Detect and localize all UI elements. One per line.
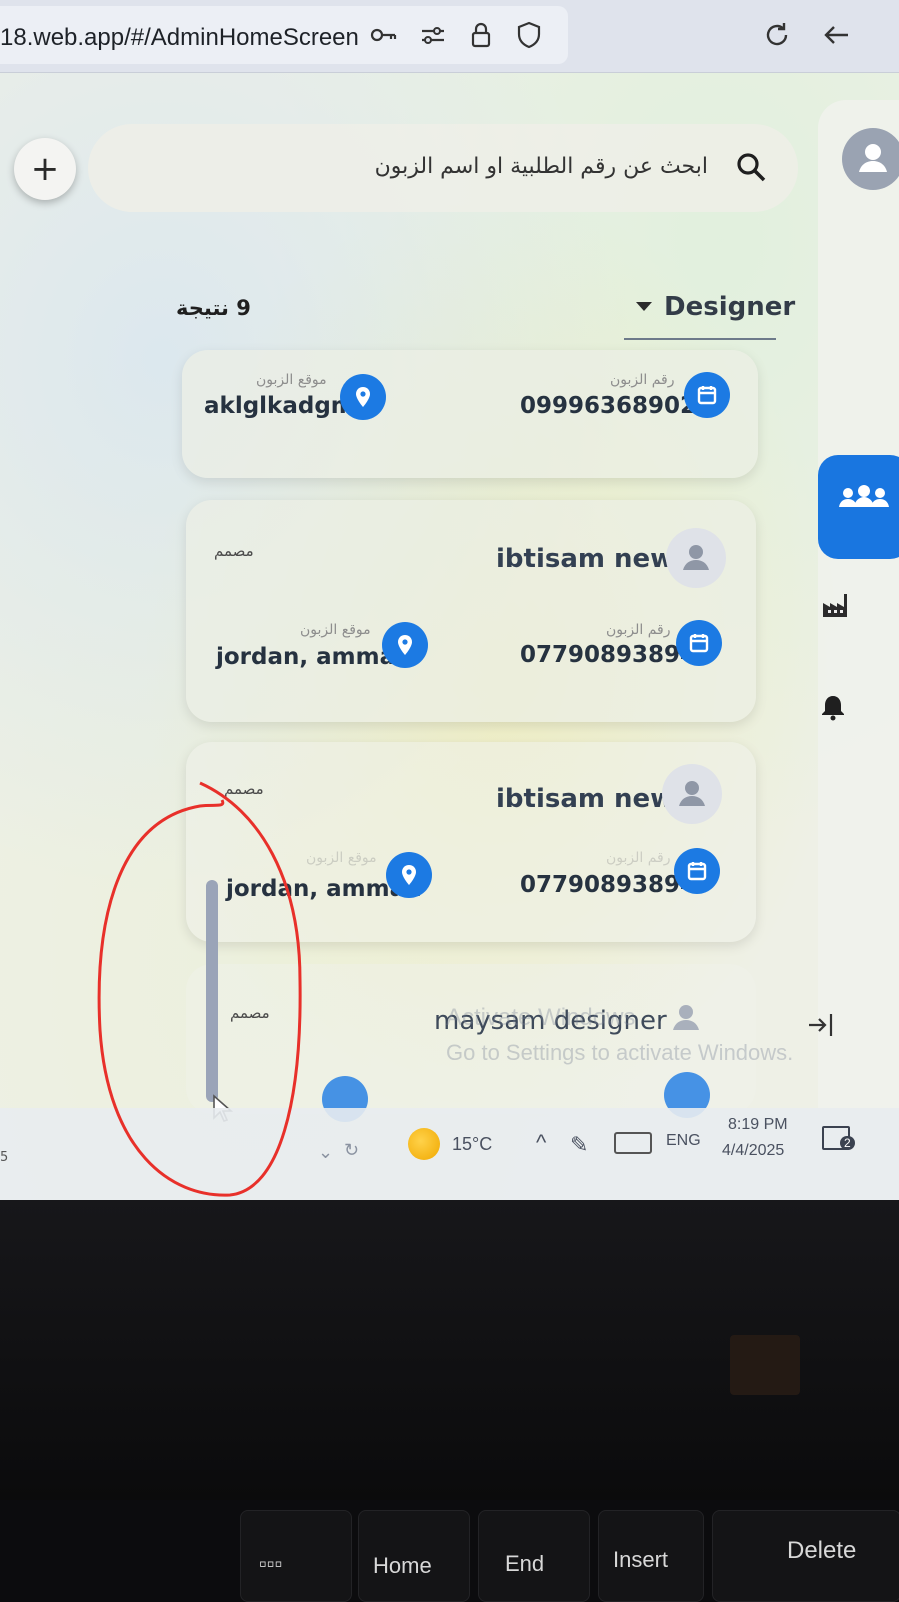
annotation-circle — [97, 781, 302, 1197]
keyboard-key: ▫▫▫ — [240, 1510, 352, 1602]
keyboard-key-end: End — [478, 1510, 590, 1602]
key-label: Home — [373, 1553, 432, 1578]
keyboard-key-home: Home — [358, 1510, 470, 1602]
key-label: End — [505, 1551, 545, 1576]
laptop-bezel-detail — [730, 1335, 800, 1395]
keyboard-key-delete: Delete — [712, 1510, 899, 1602]
key-glyph: ▫▫▫ — [259, 1551, 283, 1576]
screen: 18.web.app/#/AdminHomeScreen + ابحث عن ر… — [0, 0, 899, 1200]
key-label: Insert — [613, 1547, 669, 1572]
key-label: Delete — [787, 1537, 857, 1564]
keyboard-key-insert: Insert — [598, 1510, 704, 1602]
